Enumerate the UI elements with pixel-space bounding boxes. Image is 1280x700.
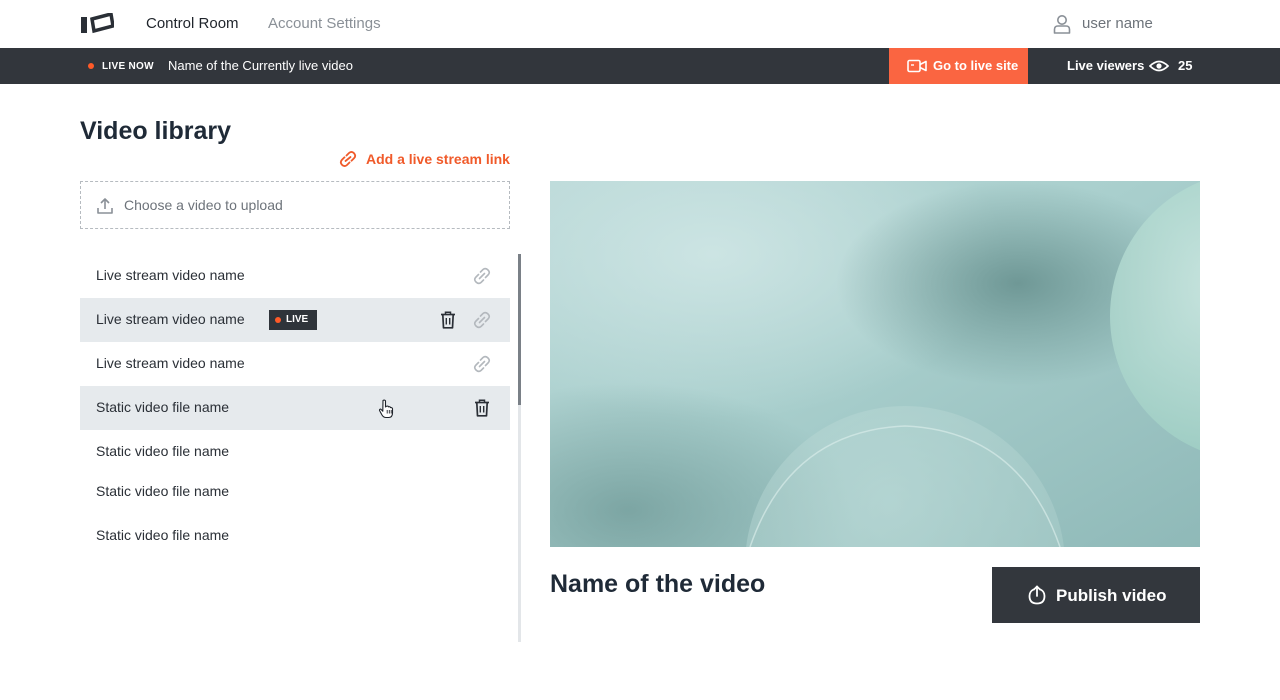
upload-icon (97, 198, 113, 214)
live-video-title: Name of the Currently live video (168, 58, 353, 73)
live-now-label: LIVE NOW (102, 61, 154, 72)
add-live-stream-link-label: Add a live stream link (366, 151, 510, 167)
video-item-name: Static video file name (96, 527, 230, 543)
eye-icon (1149, 60, 1169, 72)
publish-video-button[interactable]: Publish video (992, 567, 1200, 623)
live-status-bar: LIVE NOW Name of the Currently live vide… (0, 48, 1280, 84)
pointer-cursor-icon (378, 399, 394, 419)
scrollbar-thumb[interactable] (518, 254, 521, 405)
link-icon[interactable] (473, 311, 491, 329)
video-list-item[interactable]: Live stream video name (80, 254, 510, 298)
logo-icon[interactable] (80, 13, 114, 35)
video-item-name: Static video file name (96, 483, 230, 499)
link-icon[interactable] (473, 355, 491, 373)
link-icon[interactable] (473, 267, 491, 285)
video-list-item[interactable]: Static video file name (80, 430, 510, 474)
video-list-item[interactable]: Static video file name (80, 386, 510, 430)
user-icon[interactable] (1053, 14, 1071, 34)
live-indicator-dot (88, 63, 94, 69)
top-nav: Control Room Account Settings user name (0, 0, 1280, 48)
publish-icon (1028, 585, 1046, 605)
camera-icon (907, 59, 927, 73)
user-name[interactable]: user name (1082, 15, 1153, 33)
trash-icon[interactable] (474, 399, 490, 417)
publish-video-label: Publish video (1056, 586, 1167, 605)
go-to-live-site-label: Go to live site (933, 58, 1019, 73)
live-badge: LIVE (269, 310, 317, 330)
link-icon (339, 151, 357, 167)
video-item-name: Static video file name (96, 399, 230, 415)
video-list-item[interactable]: Live stream video name (80, 342, 510, 386)
nav-control-room[interactable]: Control Room (146, 15, 239, 33)
video-item-name: Live stream video name (96, 311, 245, 327)
live-viewers-label: Live viewers (1067, 58, 1145, 73)
live-viewers-count: 25 (1178, 58, 1193, 73)
page-title: Video library (80, 117, 231, 145)
video-preview[interactable] (550, 181, 1200, 547)
video-item-name: Static video file name (96, 443, 230, 459)
upload-dropzone[interactable]: Choose a video to upload (80, 181, 510, 229)
video-item-name: Live stream video name (96, 355, 245, 371)
trash-icon[interactable] (440, 311, 456, 329)
video-list-item[interactable]: Static video file name (80, 514, 510, 558)
video-list-item[interactable]: Static video file name (80, 470, 510, 514)
video-item-name: Live stream video name (96, 267, 245, 283)
video-list-item[interactable]: Live stream video name LIVE (80, 298, 510, 342)
live-badge-dot (275, 317, 281, 323)
live-badge-label: LIVE (286, 314, 309, 325)
video-thumbnail (550, 181, 1200, 547)
go-to-live-site-button[interactable]: Go to live site (889, 48, 1028, 84)
upload-label: Choose a video to upload (124, 197, 283, 213)
nav-account-settings[interactable]: Account Settings (268, 15, 381, 33)
video-title: Name of the video (550, 570, 766, 598)
